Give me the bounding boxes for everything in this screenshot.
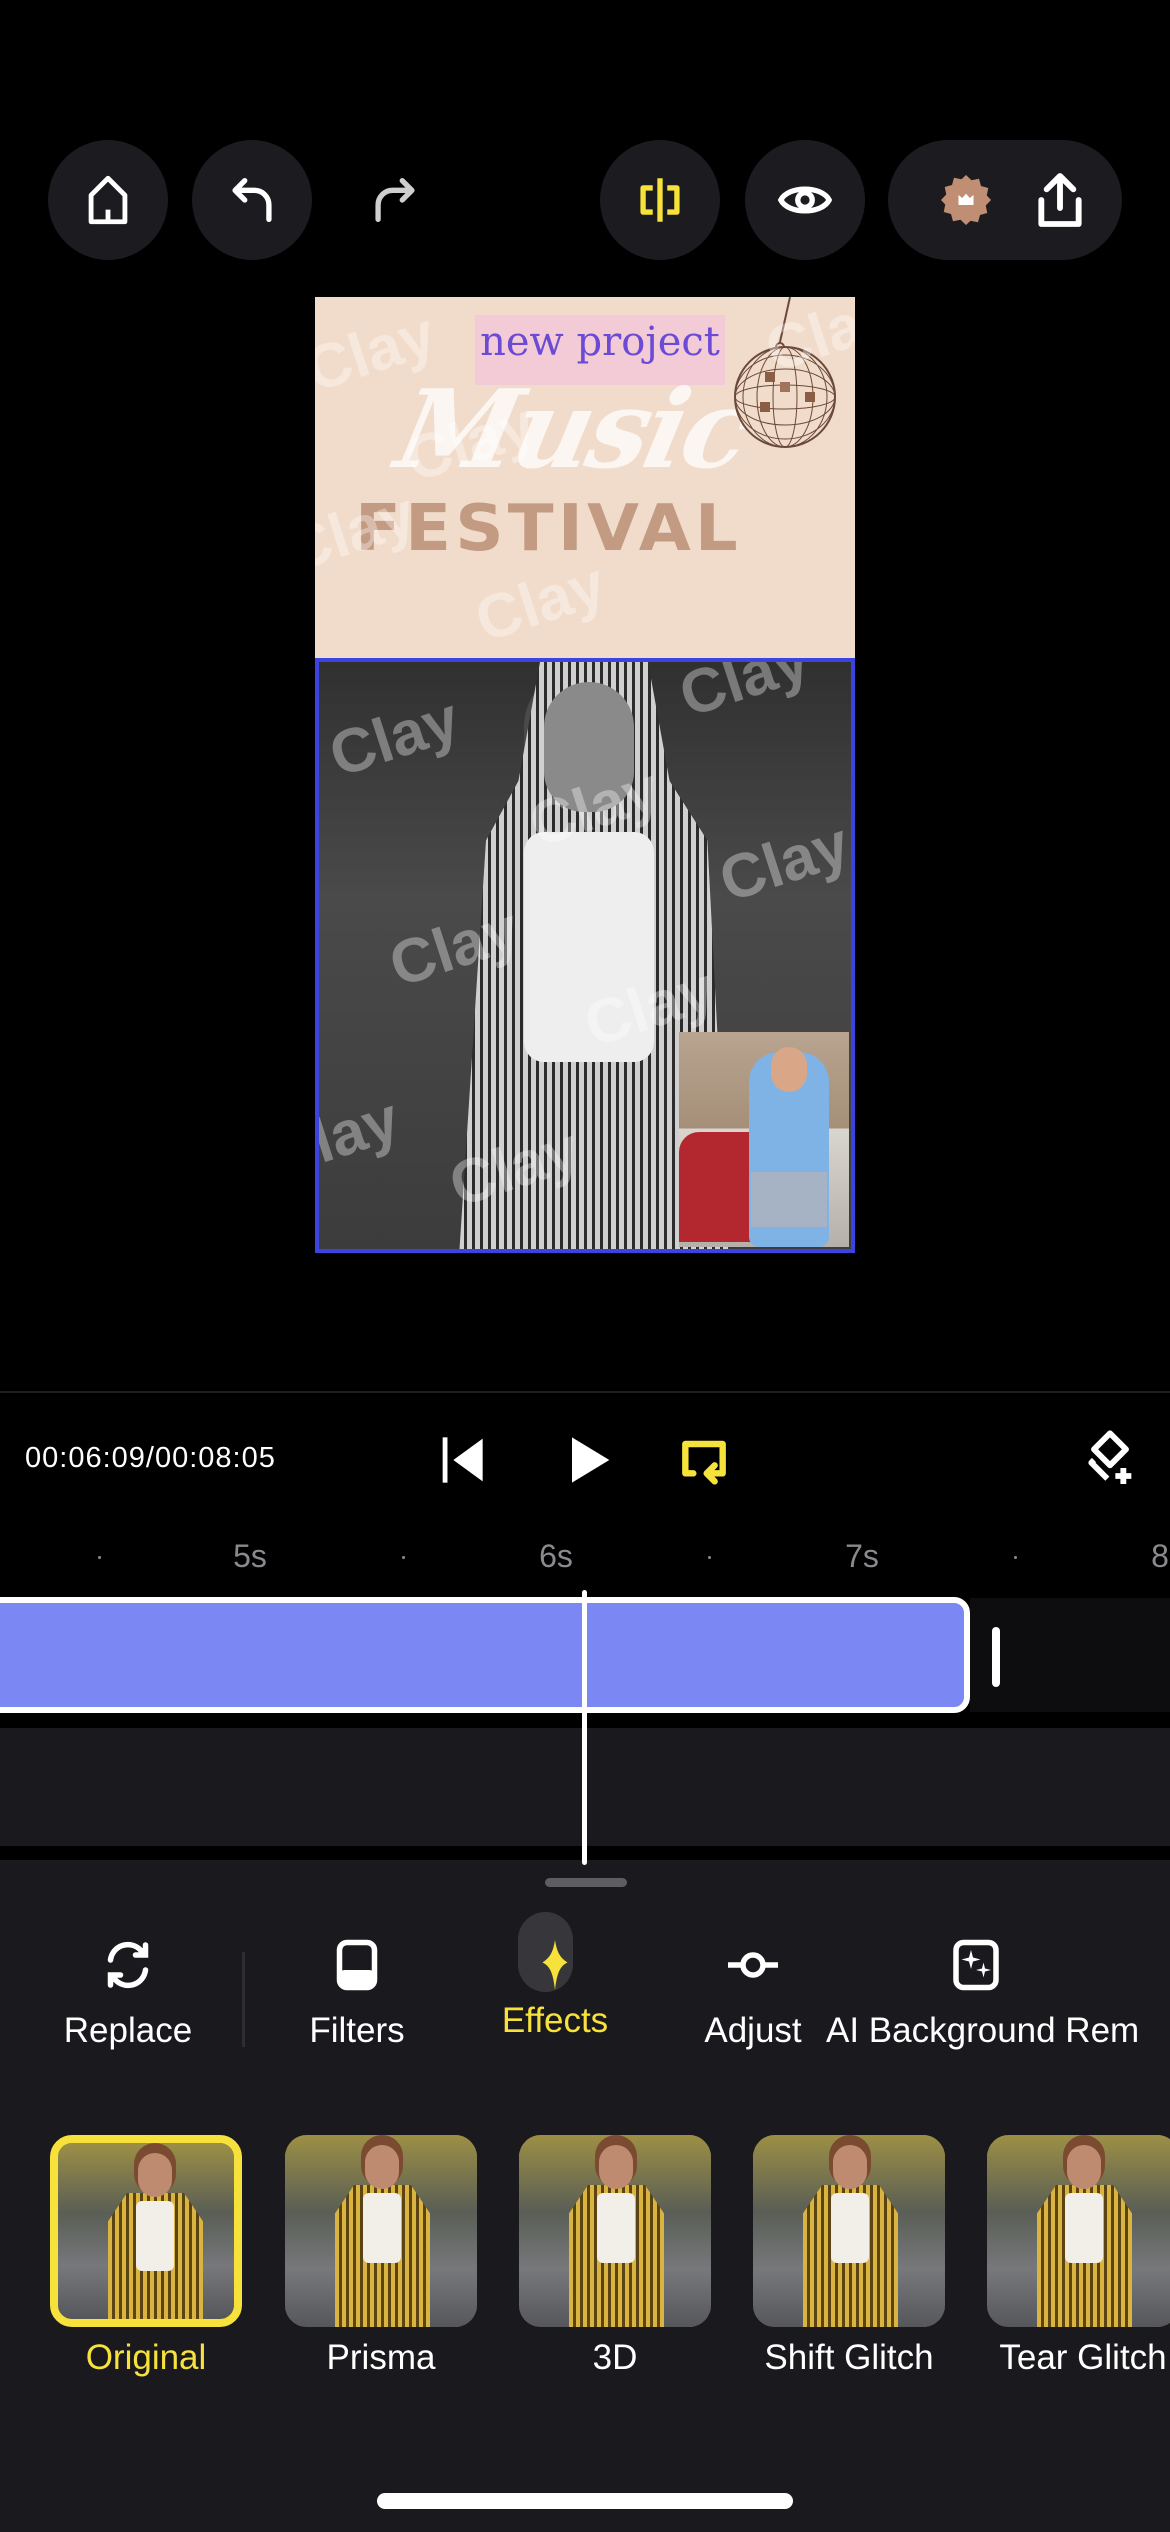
- share-icon: [1038, 173, 1082, 227]
- time-readout: 00:06:09/00:08:05: [25, 1442, 276, 1475]
- track-empty-area: [970, 1598, 1170, 1712]
- tool-label: AI Background Rem: [826, 2011, 1140, 2050]
- tool-label: Effects: [501, 2001, 609, 2040]
- thumb-shirt: [136, 2201, 174, 2271]
- effect-thumb-prisma[interactable]: [285, 2135, 477, 2327]
- thumb-shirt: [831, 2193, 869, 2263]
- selected-photo-layer[interactable]: Clay Clay Clay Clay Clay Clay Clay Clay: [315, 658, 855, 1253]
- ruler-tick: [402, 1556, 405, 1559]
- inset-photo-layer[interactable]: [679, 1032, 849, 1247]
- effect-thumb-tear-glitch[interactable]: [987, 2135, 1170, 2327]
- eye-icon: [777, 186, 833, 214]
- filters-icon: [336, 1939, 378, 1991]
- tool-ai-background-remover[interactable]: AI Background Rem: [826, 1935, 1140, 2051]
- ruler-label: 8: [1151, 1538, 1169, 1574]
- ruler-tick: [708, 1556, 711, 1559]
- play-icon: [572, 1437, 610, 1483]
- loop-button[interactable]: [672, 1428, 736, 1492]
- tool-label: Filters: [309, 2011, 405, 2050]
- skip-to-start-button[interactable]: [432, 1428, 496, 1492]
- inset-head: [771, 1047, 807, 1092]
- redo-button[interactable]: [335, 140, 455, 260]
- home-icon: [88, 175, 128, 225]
- effect-thumb-shift-glitch[interactable]: [753, 2135, 945, 2327]
- sheet-grabber[interactable]: [545, 1878, 627, 1887]
- effect-label: Shift Glitch: [764, 2338, 934, 2377]
- thumb-shirt: [363, 2193, 401, 2263]
- effect-thumb-3d[interactable]: [519, 2135, 711, 2327]
- skip-back-icon: [442, 1437, 483, 1483]
- redo-icon: [375, 178, 415, 222]
- add-layer-icon: [1088, 1430, 1132, 1484]
- add-layer-button[interactable]: [1078, 1428, 1142, 1492]
- home-button[interactable]: [48, 140, 168, 260]
- tool-filters[interactable]: Filters: [247, 1935, 467, 2051]
- thumb-head: [833, 2145, 867, 2189]
- thumb-head: [1067, 2145, 1101, 2189]
- split-button[interactable]: [600, 140, 720, 260]
- inset-skirt: [751, 1172, 827, 1227]
- effect-label: Tear Glitch: [999, 2338, 1167, 2377]
- adjust-icon: [728, 1952, 778, 1978]
- play-button[interactable]: [556, 1428, 620, 1492]
- ruler-label: 5s: [233, 1538, 267, 1574]
- ruler-label: 6s: [539, 1538, 573, 1574]
- effects-sparkle-icon: [542, 1940, 568, 1990]
- editor-canvas[interactable]: new project Music FESTIVAL Clay Clay Cla…: [315, 297, 855, 1253]
- total-time: 00:08:05: [154, 1442, 276, 1474]
- effect-thumb-original[interactable]: [50, 2135, 242, 2327]
- clip-trim-handle[interactable]: [992, 1627, 1000, 1687]
- tool-separator: [242, 1952, 245, 2047]
- undo-icon: [232, 178, 272, 222]
- effect-label: Prisma: [326, 2338, 436, 2377]
- thumb-head: [138, 2153, 172, 2197]
- thumb-shirt: [597, 2193, 635, 2263]
- tool-effects[interactable]: Effects: [445, 1935, 665, 2041]
- tool-replace[interactable]: Replace: [18, 1935, 238, 2051]
- undo-button[interactable]: [192, 140, 312, 260]
- divider: [0, 1391, 1170, 1393]
- home-indicator[interactable]: [377, 2493, 793, 2509]
- thumb-head: [365, 2145, 399, 2189]
- effect-label: 3D: [592, 2338, 638, 2377]
- poster-subtitle[interactable]: new project: [475, 319, 725, 365]
- selected-clip[interactable]: [0, 1597, 970, 1713]
- premium-button[interactable]: [936, 170, 996, 230]
- current-time: 00:06:09: [25, 1442, 146, 1474]
- replace-icon: [107, 1941, 149, 1989]
- ruler-tick: [98, 1556, 101, 1559]
- split-icon: [640, 178, 680, 222]
- ruler-label: 7s: [845, 1538, 879, 1574]
- playhead[interactable]: [582, 1590, 587, 1865]
- thumb-head: [599, 2145, 633, 2189]
- crown-badge-icon: [941, 175, 991, 225]
- premium-export-group: [888, 140, 1122, 260]
- ruler-tick: [1014, 1556, 1017, 1559]
- tool-label: Replace: [63, 2011, 193, 2050]
- ai-background-icon: [953, 1939, 999, 1991]
- effect-label: Original: [85, 2338, 207, 2377]
- export-button[interactable]: [1028, 168, 1092, 232]
- thumb-shirt: [1065, 2193, 1103, 2263]
- time-separator: /: [145, 1442, 155, 1474]
- loop-icon: [682, 1440, 726, 1485]
- poster-layer[interactable]: new project Music FESTIVAL Clay Clay Cla…: [315, 297, 855, 658]
- preview-button[interactable]: [745, 140, 865, 260]
